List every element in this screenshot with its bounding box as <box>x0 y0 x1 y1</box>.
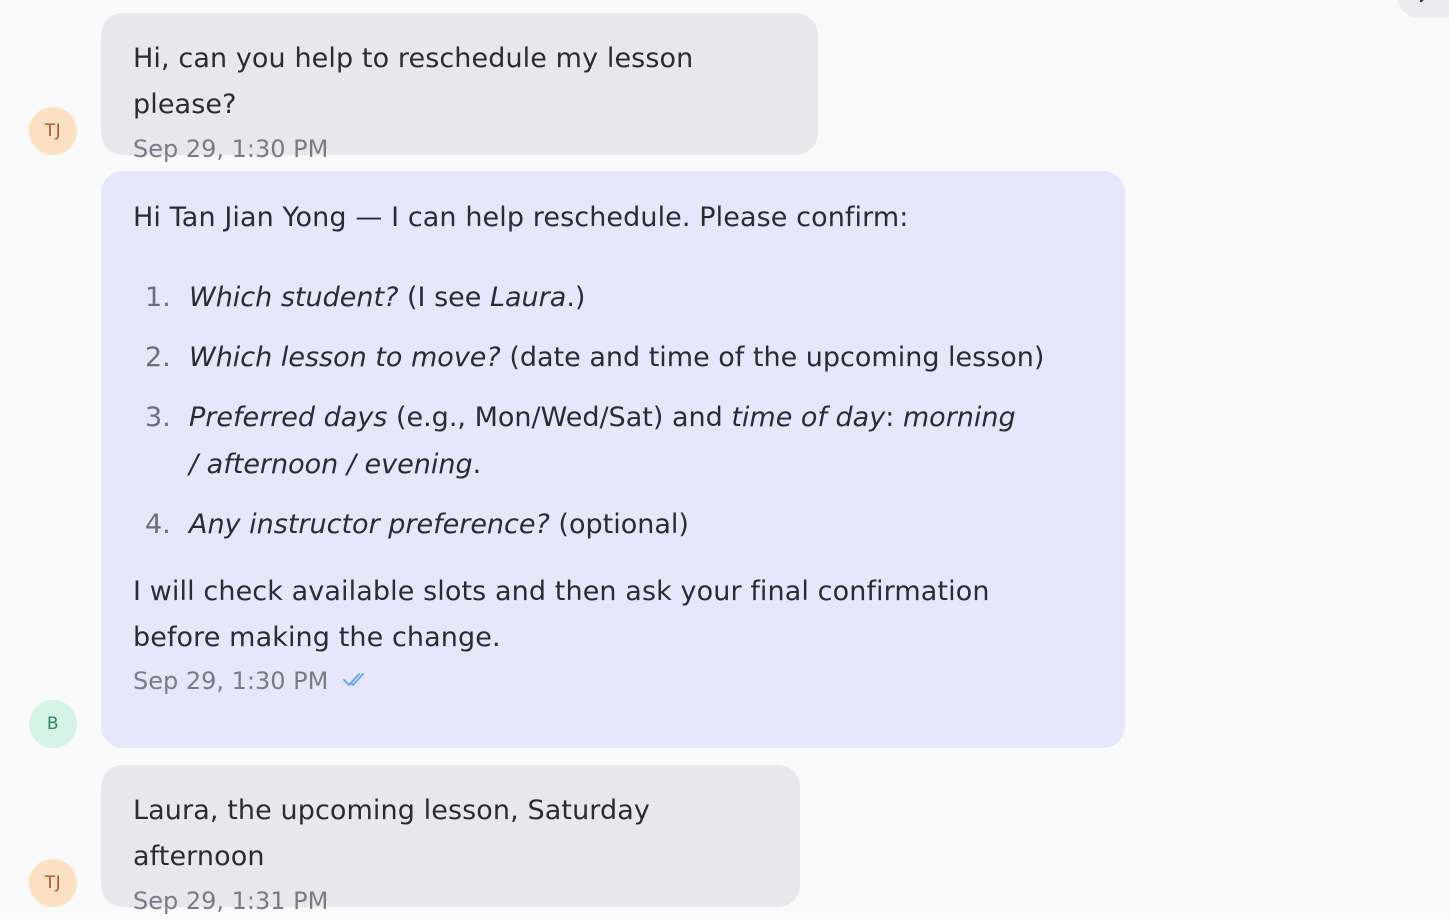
list-number: 4. <box>145 509 171 540</box>
list-item: 1. Which student? (I see Laura.) <box>133 274 1093 321</box>
message-timestamp: Sep 29, 1:30 PM <box>133 135 786 163</box>
list-item: 4. Any instructor preference? (optional) <box>133 501 1093 548</box>
message-text: Hi, can you help to reschedule my lesson… <box>133 43 694 120</box>
corner-nav-button[interactable] <box>1397 0 1449 18</box>
avatar-initials: TJ <box>44 121 62 141</box>
timestamp-text: Sep 29, 1:30 PM <box>133 667 329 695</box>
list-content: Which student? (I see Laura.) <box>189 282 586 313</box>
avatar: TJ <box>29 859 77 907</box>
message-bubble-bot: Hi Tan Jian Yong — I can help reschedule… <box>101 171 1125 748</box>
list-number: 2. <box>145 342 171 373</box>
message-outro: I will check available slots and then as… <box>133 576 990 653</box>
message-timestamp: Sep 29, 1:30 PM <box>133 667 1093 695</box>
double-check-icon <box>342 667 370 695</box>
list-content: Preferred days (e.g., Mon/Wed/Sat) and t… <box>189 402 1016 480</box>
confirmation-list: 1. Which student? (I see Laura.) 2. Whic… <box>133 274 1093 548</box>
avatar-initials: TJ <box>44 873 62 893</box>
chat-thread: TJ Hi, can you help to reschedule my les… <box>0 0 1449 919</box>
message-bubble-user: Hi, can you help to reschedule my lesson… <box>101 13 818 163</box>
message-timestamp: Sep 29, 1:31 PM <box>133 887 768 915</box>
list-number: 3. <box>145 402 171 433</box>
message-text: Laura, the upcoming lesson, Saturday aft… <box>133 795 650 872</box>
message-bubble-user: Laura, the upcoming lesson, Saturday aft… <box>101 765 800 915</box>
avatar-initials: B <box>46 714 60 734</box>
timestamp-text: Sep 29, 1:31 PM <box>133 887 329 915</box>
avatar: TJ <box>29 107 77 155</box>
timestamp-text: Sep 29, 1:30 PM <box>133 135 329 163</box>
list-item: 2. Which lesson to move? (date and time … <box>133 334 1093 381</box>
list-item: 3. Preferred days (e.g., Mon/Wed/Sat) an… <box>133 394 1093 488</box>
avatar: B <box>29 700 77 748</box>
list-number: 1. <box>145 282 171 313</box>
list-content: Which lesson to move? (date and time of … <box>189 342 1045 373</box>
message-intro: Hi Tan Jian Yong — I can help reschedule… <box>133 202 909 233</box>
list-content: Any instructor preference? (optional) <box>189 509 689 540</box>
